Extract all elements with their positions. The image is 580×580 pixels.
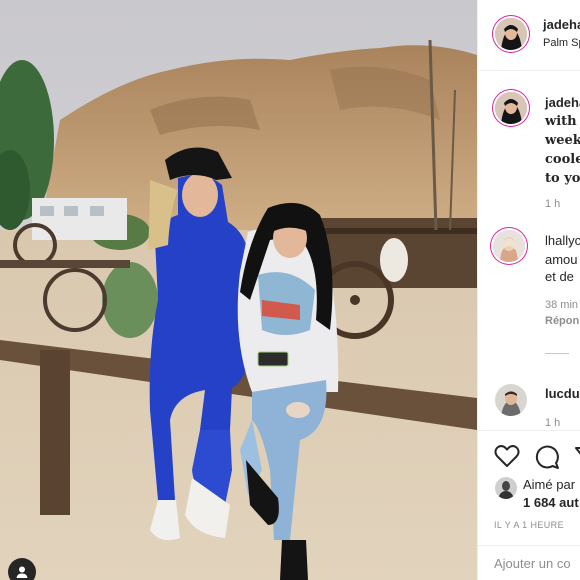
add-comment-input[interactable]: Ajouter un co xyxy=(494,556,571,571)
heart-icon[interactable] xyxy=(494,444,520,468)
comment-username[interactable]: lhallyc xyxy=(545,233,580,248)
caption-username[interactable]: jadeha xyxy=(545,95,580,110)
caption-line: coole xyxy=(545,152,580,167)
author-avatar[interactable] xyxy=(495,18,527,50)
caption-avatar[interactable] xyxy=(495,92,527,124)
caption-line: to you xyxy=(545,171,580,186)
liked-by-text: Aimé par xyxy=(523,477,576,492)
reply-button[interactable]: Répon xyxy=(545,315,579,327)
comment-time[interactable]: 38 min xyxy=(545,299,578,311)
comment-text-line: et de xyxy=(545,269,574,284)
author-username[interactable]: jadeha xyxy=(543,17,580,32)
comment-text-line: amou xyxy=(545,252,578,267)
comment-username[interactable]: lucdu xyxy=(545,386,580,401)
user-tag-button[interactable] xyxy=(8,558,36,580)
caption-text: with r week coole to you xyxy=(545,112,580,188)
caption-time[interactable]: 1 h xyxy=(545,198,560,210)
caption-line: with r xyxy=(545,114,580,129)
likes-count[interactable]: 1 684 aut xyxy=(523,495,579,510)
commenter-avatar[interactable] xyxy=(493,230,525,262)
photo-illustration xyxy=(0,0,477,580)
post-timestamp[interactable]: IL Y A 1 HEURE xyxy=(494,520,564,530)
commenter-avatar[interactable] xyxy=(495,384,527,416)
add-comment-bar: Ajouter un co xyxy=(478,545,580,580)
post-actions: Aimé par 1 684 aut IL Y A 1 HEURE xyxy=(478,430,580,561)
share-icon[interactable] xyxy=(574,445,580,469)
liker-avatar[interactable] xyxy=(495,477,517,499)
caption-line: week xyxy=(545,133,580,148)
comment-time[interactable]: 1 h xyxy=(545,417,560,429)
post-location[interactable]: Palm Sp xyxy=(543,37,580,49)
post-photo[interactable] xyxy=(0,0,477,580)
comment-icon[interactable] xyxy=(534,444,560,470)
user-icon xyxy=(16,566,28,578)
post-header: jadeha Palm Sp xyxy=(478,0,580,71)
post-details-panel: jadeha Palm Sp jadeha with r week coole … xyxy=(477,0,580,580)
view-replies-line[interactable] xyxy=(545,353,569,354)
